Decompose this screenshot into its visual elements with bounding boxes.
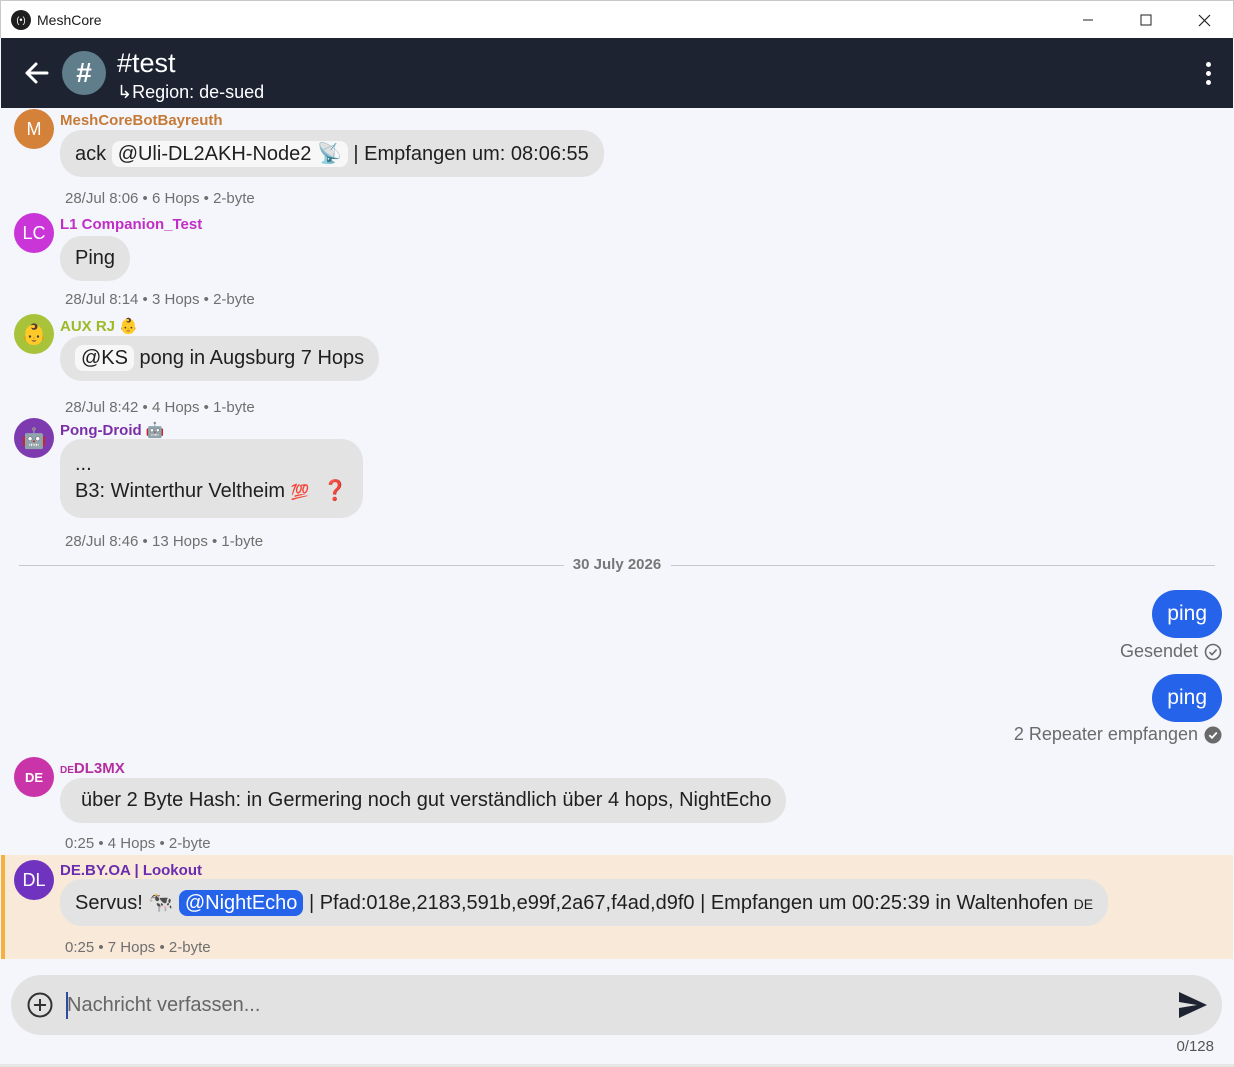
message-bubble[interactable]: ... B3: Winterthur Veltheim 💯 ❓ xyxy=(60,439,363,518)
message-bubble[interactable]: Servus! 🐄 @NightEcho | Pfad:018e,2183,59… xyxy=(60,879,1109,926)
baby-face-icon[interactable]: 👶 xyxy=(14,314,54,354)
message-text: pong in Augsburg 7 Hops xyxy=(139,347,365,369)
close-button[interactable] xyxy=(1175,1,1233,39)
sender-name[interactable]: DE.BY.OA | Lookout xyxy=(60,862,202,879)
question-mark-icon: ❓ xyxy=(322,480,348,502)
message-text-line: B3: Winterthur Veltheim 💯 ❓ xyxy=(75,478,348,506)
message-text: über 2 Byte Hash: in Germering noch gut … xyxy=(81,789,772,811)
sender-name[interactable]: Pong-Droid 🤖 xyxy=(60,421,165,439)
send-button[interactable] xyxy=(1177,990,1209,1020)
maximize-icon xyxy=(1140,14,1152,26)
dot-icon xyxy=(1205,70,1211,76)
message-meta: 28/Jul 8:14 • 3 Hops • 2-byte xyxy=(65,291,255,308)
meshcore-logo-icon: (•) xyxy=(11,10,31,30)
mention-chip-highlighted[interactable]: @NightEcho xyxy=(178,890,304,916)
message-meta: 28/Jul 8:06 • 6 Hops • 2-byte xyxy=(65,190,255,207)
attach-button[interactable] xyxy=(26,991,54,1019)
arrow-left-icon xyxy=(25,62,49,84)
channel-hash-icon: # xyxy=(62,51,106,95)
check-circle-filled-icon xyxy=(1204,726,1222,743)
minimize-button[interactable] xyxy=(1059,1,1117,39)
message-list[interactable]: M MeshCoreBotBayreuth ack @Uli-DL2AKH-No… xyxy=(1,108,1233,959)
date-separator: 30 July 2026 xyxy=(19,556,1215,576)
message-status: 2 Repeater empfangen xyxy=(1014,724,1222,745)
status-text: Gesendet xyxy=(1119,641,1198,661)
message-meta: 28/Jul 8:46 • 13 Hops • 1-byte xyxy=(65,533,264,550)
dot-icon xyxy=(1205,61,1211,67)
minimize-icon xyxy=(1083,19,1093,21)
avatar[interactable]: DL xyxy=(14,860,54,900)
message-meta: 0:25 • 4 Hops • 2-byte xyxy=(65,835,211,852)
message-text: | Pfad:018e,2183,591b,e99f,2a67,f4ad,d9f… xyxy=(308,892,1069,914)
message-text: B3: Winterthur Veltheim xyxy=(75,480,286,502)
channel-header: # #test ↳Region: de-sued xyxy=(1,38,1233,108)
robot-icon: 🤖 xyxy=(145,422,165,439)
dot-icon xyxy=(1205,79,1211,85)
message-bubble[interactable]: über 2 Byte Hash: in Germering noch gut … xyxy=(60,778,787,823)
sender-name[interactable]: MeshCoreBotBayreuth xyxy=(60,112,223,129)
message-bubble[interactable]: @KS pong in Augsburg 7 Hops xyxy=(60,336,380,381)
avatar[interactable]: DE xyxy=(14,757,54,797)
sender-label: DL3MX xyxy=(73,760,125,777)
message-text: Ping xyxy=(75,247,116,269)
plus-circle-icon xyxy=(27,992,53,1018)
message-meta: 28/Jul 8:42 • 4 Hops • 1-byte xyxy=(65,399,255,416)
message-meta: 0:25 • 7 Hops • 2-byte xyxy=(65,939,211,956)
window-title: MeshCore xyxy=(37,12,102,28)
flag-de-icon: DE xyxy=(60,765,74,776)
message-text: | Empfangen um: 08:06:55 xyxy=(353,143,589,165)
message-text: ... xyxy=(75,453,92,475)
close-icon xyxy=(1198,14,1210,26)
character-counter: 0/128 xyxy=(1176,1038,1214,1055)
window-titlebar: (•) MeshCore xyxy=(0,0,1234,38)
channel-region: ↳Region: de-sued xyxy=(117,82,265,102)
robot-icon[interactable]: 🤖 xyxy=(14,418,54,458)
avatar[interactable]: M xyxy=(14,109,54,149)
sender-name[interactable]: AUX RJ 👶 xyxy=(60,317,138,335)
message-text: ack xyxy=(75,143,107,165)
message-status: Gesendet xyxy=(1120,641,1222,662)
mention-chip[interactable]: @Uli-DL2AKH-Node2 📡 xyxy=(111,141,348,167)
avatar[interactable]: LC xyxy=(14,213,54,253)
back-button[interactable] xyxy=(21,58,51,88)
mention-chip[interactable]: @KS xyxy=(75,345,134,371)
sender-name[interactable]: L1 Companion_Test xyxy=(60,216,202,233)
send-icon xyxy=(1179,992,1207,1018)
message-input[interactable] xyxy=(67,987,1147,1023)
flag-de-icon: DE xyxy=(1073,896,1094,912)
more-menu-button[interactable] xyxy=(1194,58,1222,88)
maximize-button[interactable] xyxy=(1117,1,1175,39)
own-message-bubble[interactable]: ping xyxy=(1152,674,1222,722)
channel-title: #test xyxy=(117,48,176,78)
message-bubble[interactable]: ack @Uli-DL2AKH-Node2 📡 | Empfangen um: … xyxy=(60,130,604,177)
check-circle-outline-icon xyxy=(1204,643,1222,660)
own-message-bubble[interactable]: ping xyxy=(1152,590,1222,638)
sender-label: Pong-Droid xyxy=(60,422,142,439)
status-text: 2 Repeater empfangen xyxy=(1013,724,1198,744)
sender-name[interactable]: DEDL3MX xyxy=(60,760,125,777)
sender-label: AUX RJ xyxy=(60,318,116,335)
baby-face-icon: 👶 xyxy=(119,318,138,335)
message-bubble[interactable]: Ping xyxy=(60,236,131,281)
message-composer xyxy=(11,975,1222,1035)
hundred-points-icon: 💯 xyxy=(290,484,310,501)
message-text: Servus! 🐄 xyxy=(75,892,174,914)
date-separator-label: 30 July 2026 xyxy=(572,556,662,573)
